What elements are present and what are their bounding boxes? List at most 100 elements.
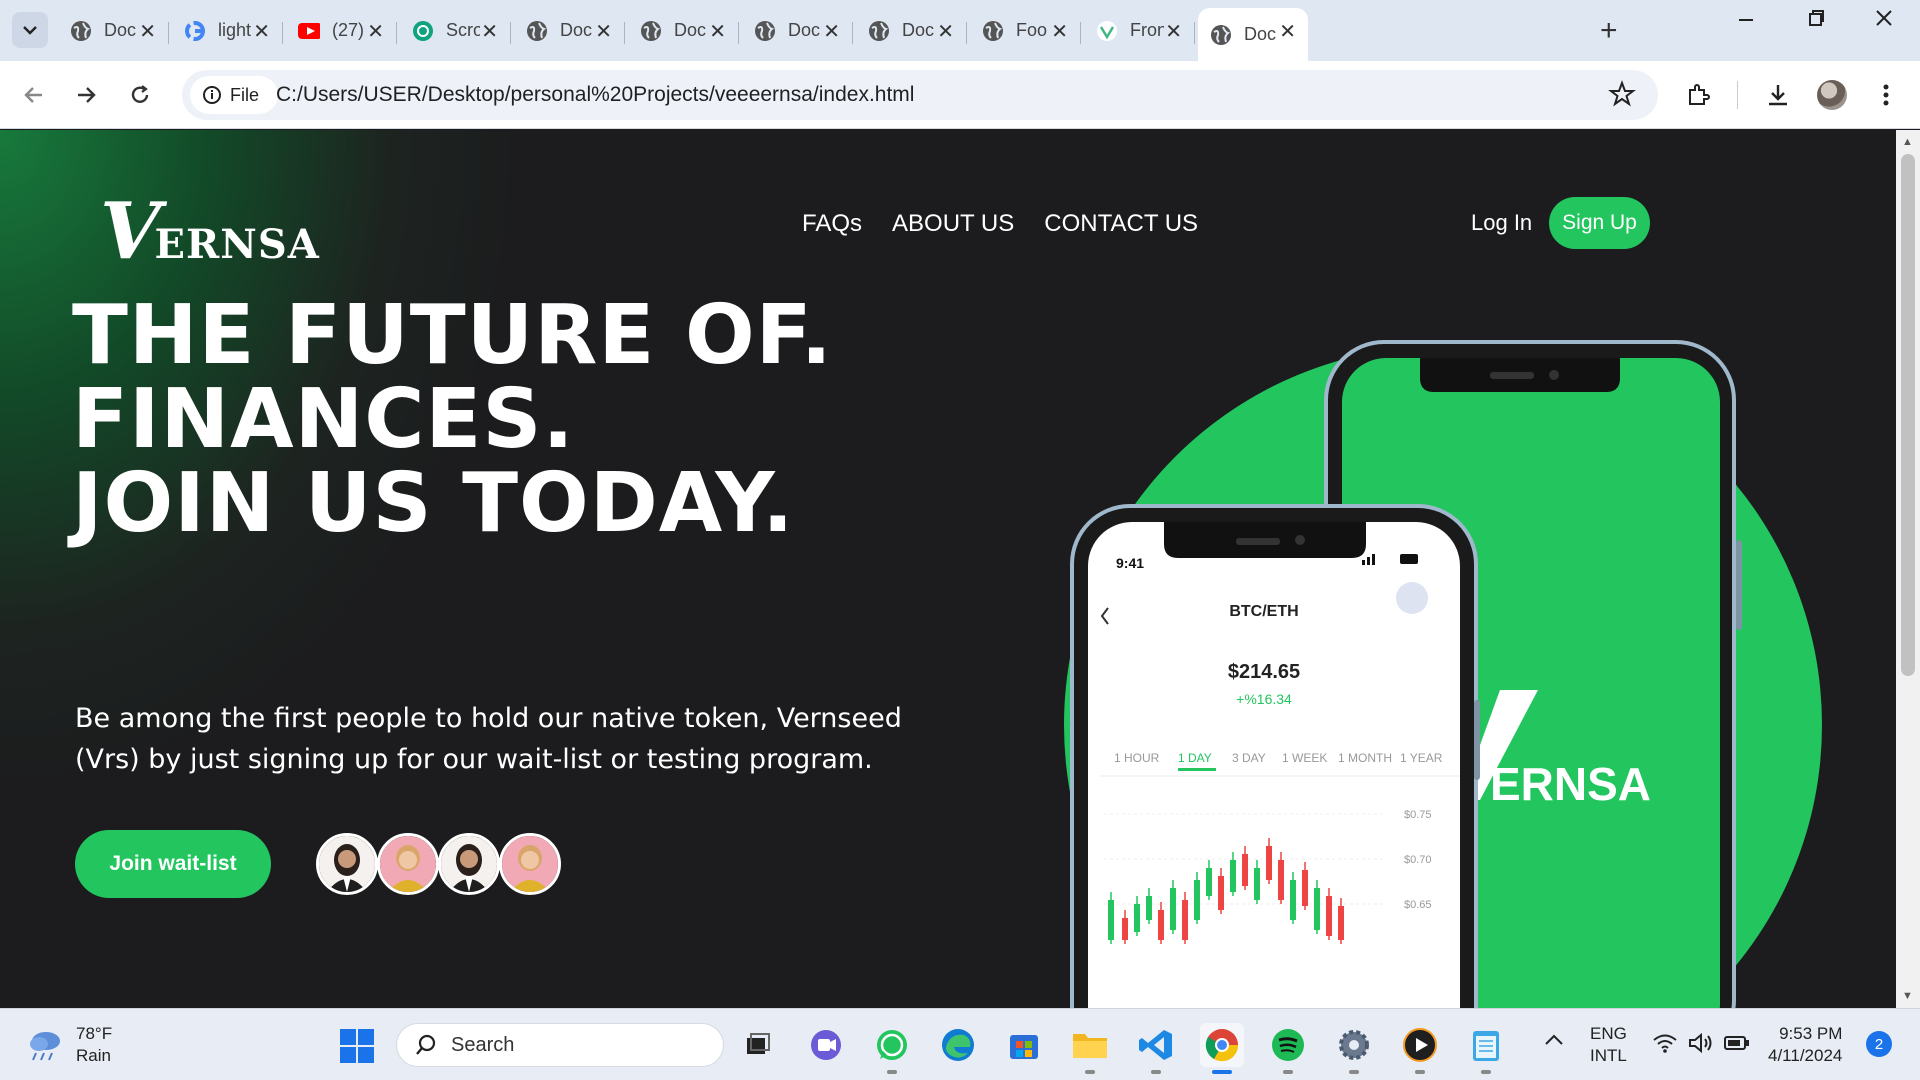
start-button[interactable] xyxy=(340,1029,374,1068)
close-tab-icon[interactable]: ✕ xyxy=(367,19,384,44)
candle-body xyxy=(1266,846,1272,880)
close-tab-icon[interactable]: ✕ xyxy=(1279,19,1296,44)
candle-body xyxy=(1134,904,1140,932)
close-tab-icon[interactable]: ✕ xyxy=(937,19,954,44)
taskbar-store[interactable] xyxy=(1002,1023,1046,1067)
page-scrollbar[interactable]: ▲ ▼ xyxy=(1896,130,1920,1008)
range-tab[interactable]: 3 DAY xyxy=(1232,751,1266,765)
language-code: ENG xyxy=(1590,1024,1627,1043)
nav-faqs[interactable]: FAQs xyxy=(802,210,862,238)
range-tab[interactable]: 1 MONTH xyxy=(1338,751,1392,765)
close-tab-icon[interactable]: ✕ xyxy=(253,19,270,44)
candle-body xyxy=(1206,868,1212,896)
browser-tab[interactable]: Scro ✕ xyxy=(400,8,511,53)
bookmark-star-icon[interactable] xyxy=(1608,80,1636,113)
whatsapp-icon xyxy=(877,1030,907,1060)
active-range-underline xyxy=(1178,768,1216,771)
taskbar-file-explorer[interactable] xyxy=(1068,1023,1112,1074)
browser-tab[interactable]: Doc ✕ xyxy=(628,8,739,53)
close-tab-icon[interactable]: ✕ xyxy=(823,19,840,44)
more-vertical-icon xyxy=(1883,84,1889,106)
browser-tab[interactable]: Doc ✕ xyxy=(742,8,853,53)
tab-search-button[interactable] xyxy=(12,12,48,48)
extensions-button[interactable] xyxy=(1680,77,1716,113)
back-button[interactable] xyxy=(16,77,52,113)
notification-badge[interactable]: 2 xyxy=(1866,1031,1892,1057)
browser-tab[interactable]: Doc ✕ xyxy=(856,8,967,53)
scroll-down-arrow[interactable]: ▼ xyxy=(1902,990,1913,1002)
weather-widget[interactable]: 78°F Rain xyxy=(26,1023,112,1067)
volume-icon[interactable] xyxy=(1688,1032,1714,1058)
google-icon xyxy=(184,20,206,42)
wifi-icon[interactable] xyxy=(1652,1033,1678,1058)
taskbar-settings[interactable] xyxy=(1332,1023,1376,1074)
range-tab[interactable]: 1 HOUR xyxy=(1114,751,1160,765)
play-icon xyxy=(1403,1028,1437,1062)
address-bar[interactable]: File C:/Users/USER/Desktop/personal%20Pr… xyxy=(182,70,1658,120)
signup-button[interactable]: Sign Up xyxy=(1549,197,1650,249)
nav-about-us[interactable]: ABOUT US xyxy=(892,210,1014,238)
browser-tab[interactable]: Doc ✕ xyxy=(1198,8,1308,61)
chrome-icon xyxy=(1205,1029,1239,1062)
candle-body xyxy=(1218,876,1224,910)
phone-avatar xyxy=(1396,582,1428,614)
new-tab-button[interactable]: + xyxy=(1600,14,1618,48)
range-tab[interactable]: 1 WEEK xyxy=(1282,751,1327,765)
minimize-button[interactable] xyxy=(1736,8,1756,34)
forward-button[interactable] xyxy=(68,77,104,113)
arrow-left-icon xyxy=(24,87,42,103)
menu-button[interactable] xyxy=(1868,77,1904,113)
downloads-button[interactable] xyxy=(1760,77,1796,113)
browser-tab[interactable]: light ✕ xyxy=(172,8,283,53)
toolbar-divider xyxy=(1737,81,1738,109)
windows-icon xyxy=(340,1029,374,1063)
browser-tab[interactable]: (27) ✕ xyxy=(286,8,397,53)
browser-tab[interactable]: Doc ✕ xyxy=(58,8,169,53)
tab-separator xyxy=(282,22,283,44)
site-info-chip[interactable]: File xyxy=(190,76,278,114)
front-phone: 9:41 BTC/ETH $214.65 +%16.34 1 HOUR 1 DAY… xyxy=(1070,504,1480,1008)
close-tab-icon[interactable]: ✕ xyxy=(1165,19,1182,44)
range-tab[interactable]: 1 YEAR xyxy=(1400,751,1443,765)
candle-body xyxy=(1182,900,1188,940)
taskbar-teams[interactable] xyxy=(804,1023,848,1067)
reload-button[interactable] xyxy=(122,77,158,113)
browser-tab[interactable]: Fron ✕ xyxy=(1084,8,1195,53)
close-tab-icon[interactable]: ✕ xyxy=(139,19,156,44)
show-hidden-icons[interactable] xyxy=(1544,1031,1564,1051)
url-text[interactable]: C:/Users/USER/Desktop/personal%20Project… xyxy=(276,83,914,107)
avatar xyxy=(499,833,561,895)
taskbar-search[interactable]: Search xyxy=(396,1023,724,1067)
restore-button[interactable] xyxy=(1806,8,1826,34)
taskbar-media-player[interactable] xyxy=(1398,1023,1442,1074)
task-view-button[interactable] xyxy=(736,1023,780,1067)
scroll-up-arrow[interactable]: ▲ xyxy=(1902,136,1913,148)
running-indicator xyxy=(1283,1070,1293,1074)
taskbar-vscode[interactable] xyxy=(1134,1023,1178,1074)
candle-body xyxy=(1254,868,1260,900)
close-window-button[interactable] xyxy=(1874,8,1894,34)
close-tab-icon[interactable]: ✕ xyxy=(481,19,498,44)
taskbar-notepad[interactable] xyxy=(1464,1023,1508,1074)
file-label: File xyxy=(230,84,260,105)
globe-icon xyxy=(640,20,662,42)
browser-tab[interactable]: Doc ✕ xyxy=(514,8,625,53)
language-indicator[interactable]: ENG INTL xyxy=(1590,1023,1627,1067)
taskbar-whatsapp[interactable] xyxy=(870,1023,914,1074)
join-waitlist-button[interactable]: Join wait-list xyxy=(75,830,271,898)
taskbar-chrome[interactable] xyxy=(1200,1023,1244,1074)
login-link[interactable]: Log In xyxy=(1471,210,1532,236)
scroll-thumb[interactable] xyxy=(1901,154,1915,676)
range-tab[interactable]: 1 DAY xyxy=(1178,751,1212,765)
nav-contact-us[interactable]: CONTACT US xyxy=(1044,210,1198,238)
taskbar-edge[interactable] xyxy=(936,1023,980,1067)
browser-tab[interactable]: Foo ✕ xyxy=(970,8,1081,53)
close-tab-icon[interactable]: ✕ xyxy=(709,19,726,44)
battery-icon[interactable] xyxy=(1724,1035,1750,1056)
system-clock[interactable]: 9:53 PM 4/11/2024 xyxy=(1768,1023,1842,1067)
close-tab-icon[interactable]: ✕ xyxy=(595,19,612,44)
close-tab-icon[interactable]: ✕ xyxy=(1051,19,1068,44)
profile-button[interactable] xyxy=(1814,77,1850,113)
taskbar-spotify[interactable] xyxy=(1266,1023,1310,1074)
vernsa-logo[interactable]: VERNSA xyxy=(100,186,320,277)
